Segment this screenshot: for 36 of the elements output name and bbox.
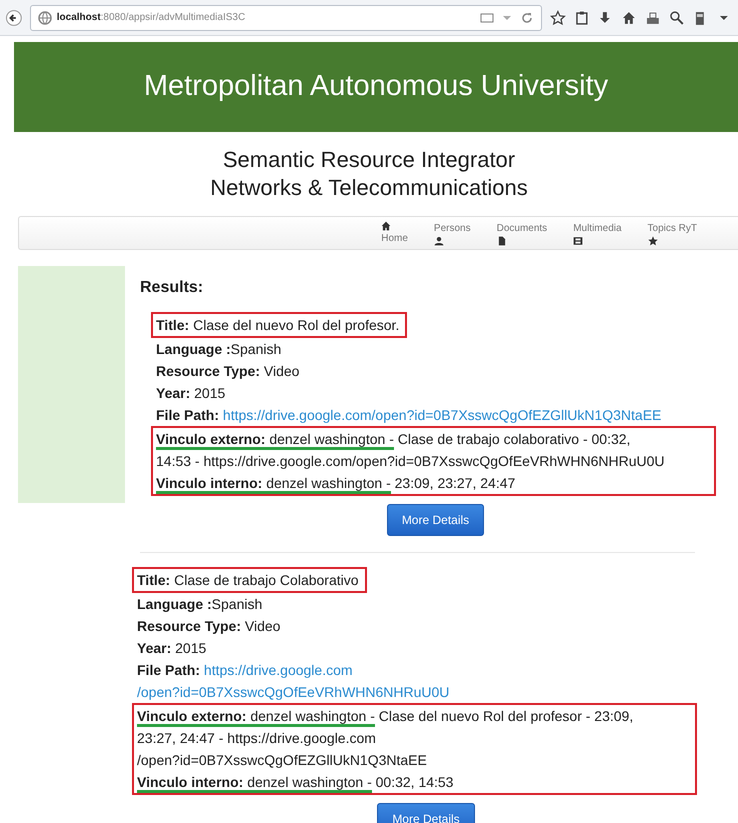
link-text: Vinculo interno: denzel washington - 00:32, 14:53 <box>137 771 691 793</box>
nav-link[interactable]: Documents <box>484 220 560 246</box>
site-title: Metropolitan Autonomous University <box>144 69 608 104</box>
subtitle: Semantic Resource Integrator <box>222 146 516 174</box>
star-icon <box>648 236 658 246</box>
file-path-link[interactable]: /open?id=0B7XsswcQgOfEeVRhWHN6NHRuU0U <box>137 684 450 700</box>
detail-line: Language :Spanish <box>156 340 282 359</box>
home-icon[interactable] <box>621 10 637 26</box>
subtitle: Networks & Telecommunications <box>209 174 529 202</box>
detail-line: Language :Spanish <box>137 595 264 614</box>
file-icon <box>496 236 507 246</box>
detail-line: Year: 2015 <box>137 639 208 658</box>
link-text: Vinculo interno: denzel washington - 23:09, 23:27, 24:47 <box>156 472 710 494</box>
globe-icon <box>36 10 53 26</box>
results-heading: Results: <box>140 278 204 298</box>
film-icon <box>573 236 584 246</box>
more-details-button[interactable]: More Details <box>377 803 475 823</box>
clipboard-icon[interactable] <box>574 10 590 26</box>
nav-link[interactable]: Topics RyT <box>634 220 710 246</box>
field-label: File Path: <box>137 662 200 678</box>
bookmark-icon[interactable] <box>550 10 566 26</box>
back-icon[interactable] <box>6 10 22 26</box>
detail-line: Resource Type: Video <box>156 362 300 381</box>
nav-link[interactable]: Multimedia <box>560 220 635 246</box>
home-icon <box>381 220 392 230</box>
detail-line: Resource Type: Video <box>137 617 282 636</box>
nav-link[interactable]: Home <box>368 220 421 246</box>
field-label: File Path: <box>156 407 220 423</box>
person-icon <box>434 236 444 246</box>
file-path-link[interactable]: https://drive.google.com <box>204 662 353 678</box>
detail-line: Year: 2015 <box>156 384 226 403</box>
nav-link[interactable]: Persons <box>420 220 484 246</box>
address-field[interactable]: localhost:8080/appsir/advMultimediaIS3C <box>30 4 542 30</box>
toolbar-icon[interactable] <box>644 10 661 26</box>
more-details-button[interactable]: More Details <box>386 504 484 536</box>
file-path-link[interactable]: https://drive.google.com/open?id=0B7XsswcQgOfEZGllUkN1Q3NtaEE <box>222 407 662 423</box>
